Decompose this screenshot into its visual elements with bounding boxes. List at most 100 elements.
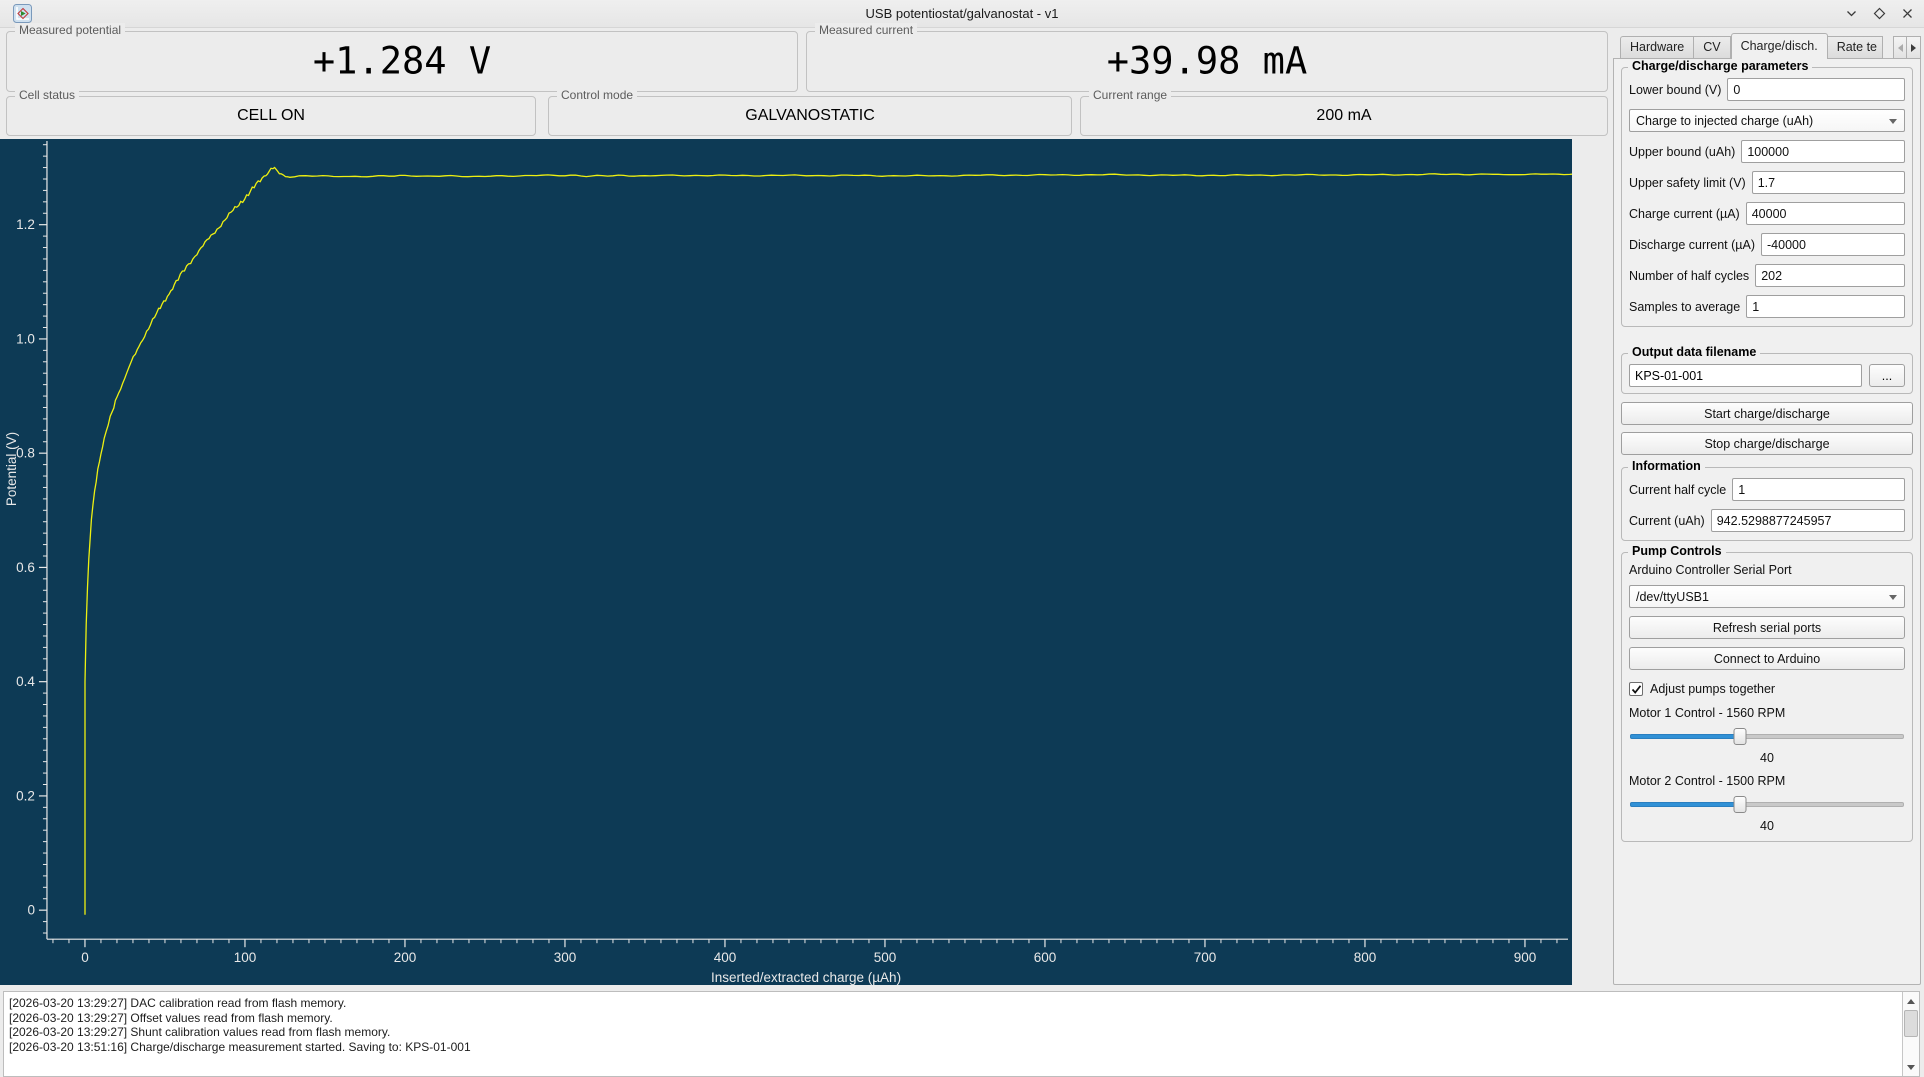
param-input[interactable] — [1751, 171, 1905, 194]
info-label: Current half cycle — [1629, 482, 1727, 497]
maximize-button[interactable] — [1871, 5, 1888, 22]
stop-charge-discharge-button[interactable]: Stop charge/discharge — [1621, 432, 1913, 455]
svg-text:500: 500 — [874, 950, 897, 965]
tab-scroll-left-icon[interactable] — [1893, 36, 1907, 59]
adjust-pumps-checkbox-row: Adjust pumps together — [1629, 682, 1905, 696]
motor2-slider-fill — [1630, 802, 1740, 807]
output-filename-title: Output data filename — [1628, 345, 1761, 359]
param-input[interactable] — [1741, 140, 1905, 163]
potential-chart: 0 100 200 300 400 500 600 700 800 900 0 0.2 0.4 0.6 0.… — [0, 139, 1572, 985]
measured-potential-label: Measured potential — [15, 23, 126, 37]
motor1-slider[interactable] — [1630, 728, 1904, 745]
svg-text:700: 700 — [1194, 950, 1217, 965]
param-row: Charge current (µA) — [1629, 202, 1905, 225]
param-row: Upper bound (uAh) — [1629, 140, 1905, 163]
log-line: [2026-03-20 13:29:27] Offset values read… — [9, 1010, 333, 1025]
tab-rate-te[interactable]: Rate te — [1827, 36, 1883, 59]
motor2-slider-handle[interactable] — [1733, 796, 1747, 813]
scroll-up-icon[interactable] — [1903, 993, 1919, 1009]
charge-mode-value: Charge to injected charge (uAh) — [1636, 113, 1814, 128]
cell-status-group: Cell status CELL ON — [6, 88, 536, 136]
cell-status-value: CELL ON — [237, 107, 305, 124]
svg-text:1.0: 1.0 — [16, 331, 35, 346]
measured-current-group: Measured current +39.98 mA — [806, 23, 1608, 92]
connect-to-arduino-button[interactable]: Connect to Arduino — [1629, 647, 1905, 670]
svg-text:0.2: 0.2 — [16, 788, 35, 803]
lower-bound-label: Lower bound (V) — [1629, 82, 1722, 97]
log-line: [2026-03-20 13:29:27] Shunt calibration … — [9, 1025, 391, 1039]
information-title: Information — [1628, 459, 1705, 473]
svg-text:200: 200 — [394, 950, 417, 965]
browse-button[interactable]: ... — [1869, 364, 1905, 387]
chevron-down-icon — [1889, 595, 1897, 600]
svg-text:100: 100 — [234, 950, 257, 965]
adjust-pumps-checkbox[interactable] — [1629, 682, 1643, 696]
svg-text:Potential (V): Potential (V) — [4, 432, 19, 506]
start-charge-discharge-button[interactable]: Start charge/discharge — [1621, 402, 1913, 425]
tab-cv[interactable]: CV — [1694, 36, 1731, 59]
info-row: Current half cycle — [1629, 478, 1905, 501]
close-button[interactable] — [1899, 5, 1916, 22]
svg-text:400: 400 — [714, 950, 737, 965]
titlebar: USB potentiostat/galvanostat - v1 — [0, 0, 1924, 28]
serial-port-label: Arduino Controller Serial Port — [1629, 563, 1792, 577]
current-range-label: Current range — [1089, 88, 1172, 102]
log-line: [2026-03-20 13:29:27] DAC calibration re… — [9, 996, 347, 1010]
param-label: Discharge current (µA) — [1629, 237, 1755, 252]
charge-mode-select[interactable]: Charge to injected charge (uAh) — [1629, 109, 1905, 132]
log-line: [2026-03-20 13:51:16] Charge/discharge m… — [9, 1039, 471, 1054]
control-mode-group: Control mode GALVANOSTATIC — [548, 88, 1072, 136]
minimize-button[interactable] — [1843, 5, 1860, 22]
info-input[interactable] — [1710, 509, 1905, 532]
param-label: Upper safety limit (V) — [1629, 175, 1746, 190]
filename-input[interactable] — [1629, 364, 1862, 387]
scrollbar-thumb[interactable] — [1904, 1010, 1918, 1037]
svg-text:300: 300 — [554, 950, 577, 965]
refresh-serial-ports-button[interactable]: Refresh serial ports — [1629, 616, 1905, 639]
param-input[interactable] — [1746, 295, 1905, 318]
motor1-slider-handle[interactable] — [1733, 728, 1747, 745]
scroll-down-icon[interactable] — [1903, 1059, 1919, 1075]
param-label: Charge current (µA) — [1629, 206, 1740, 221]
info-row: Current (uAh) — [1629, 509, 1905, 532]
log-console: [2026-03-20 13:29:27] DAC calibration re… — [3, 991, 1920, 1077]
svg-text:600: 600 — [1034, 950, 1057, 965]
current-range-value: 200 mA — [1316, 107, 1372, 124]
window-title: USB potentiostat/galvanostat - v1 — [865, 6, 1059, 21]
motor2-label: Motor 2 Control - 1500 RPM — [1629, 774, 1786, 788]
svg-text:1.2: 1.2 — [16, 217, 35, 232]
pump-controls-title: Pump Controls — [1628, 544, 1726, 558]
filename-row: ... — [1629, 364, 1905, 387]
param-label: Samples to average — [1629, 299, 1741, 314]
lower-bound-input[interactable] — [1727, 78, 1905, 101]
control-mode-value: GALVANOSTATIC — [745, 107, 875, 124]
motor1-value: 40 — [1760, 751, 1774, 765]
tab-charge-disch-[interactable]: Charge/disch. — [1730, 33, 1828, 59]
control-mode-label: Control mode — [557, 88, 638, 102]
info-input[interactable] — [1732, 478, 1905, 501]
info-label: Current (uAh) — [1629, 513, 1705, 528]
pump-controls-group: Pump Controls Arduino Controller Serial … — [1621, 544, 1913, 842]
serial-port-value: /dev/ttyUSB1 — [1636, 589, 1709, 604]
charge-params-title: Charge/discharge parameters — [1628, 59, 1813, 73]
param-input[interactable] — [1761, 233, 1905, 256]
measured-current-value: +39.98 mA — [1106, 39, 1308, 83]
log-scrollbar[interactable] — [1902, 992, 1919, 1076]
motor1-label: Motor 1 Control - 1560 RPM — [1629, 706, 1786, 720]
param-input[interactable] — [1745, 202, 1905, 225]
measured-potential-group: Measured potential +1.284 V — [6, 23, 798, 92]
svg-text:0: 0 — [81, 950, 89, 965]
tab-scroll-right-icon[interactable] — [1907, 36, 1921, 59]
motor2-slider[interactable] — [1630, 796, 1904, 813]
svg-text:0.4: 0.4 — [16, 674, 35, 689]
cell-status-label: Cell status — [15, 88, 80, 102]
information-group: Information Current half cycle Current (u… — [1621, 459, 1913, 541]
charge-params-group: Charge/discharge parameters Lower bound … — [1621, 59, 1913, 327]
motor1-slider-fill — [1630, 734, 1740, 739]
serial-port-select[interactable]: /dev/ttyUSB1 — [1629, 585, 1905, 608]
tab-hardware[interactable]: Hardware — [1620, 36, 1695, 59]
param-row: Samples to average — [1629, 295, 1905, 318]
adjust-pumps-label: Adjust pumps together — [1650, 682, 1776, 696]
chart-canvas: 0 100 200 300 400 500 600 700 800 90000.20.40.60.… — [4, 141, 1572, 985]
param-input[interactable] — [1755, 264, 1905, 287]
